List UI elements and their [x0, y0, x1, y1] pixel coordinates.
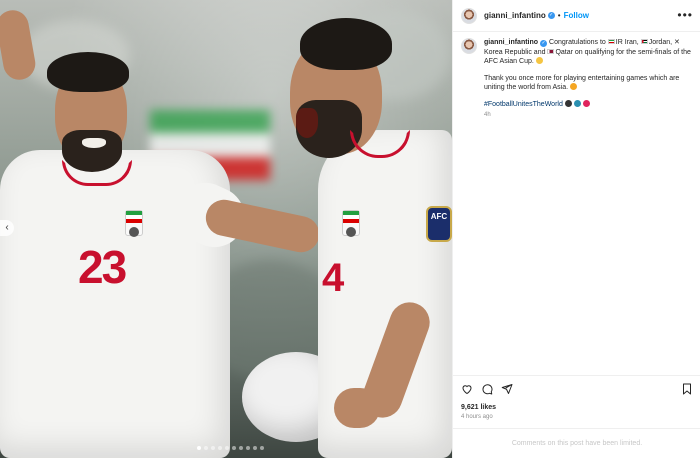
team-crest-right — [342, 210, 360, 237]
comment-icon[interactable] — [481, 383, 493, 395]
team-crest-left — [125, 210, 143, 237]
username-link[interactable]: gianni_infantino — [484, 11, 546, 20]
share-icon[interactable] — [501, 383, 513, 395]
caption-username[interactable]: gianni_infantino — [484, 39, 538, 46]
hair-right — [300, 18, 392, 70]
iran-flag-icon — [607, 39, 615, 44]
more-options-icon[interactable]: ••• — [677, 8, 693, 22]
separator: • — [557, 11, 561, 20]
carousel-dot[interactable] — [211, 446, 215, 450]
avatar[interactable] — [461, 7, 477, 24]
carousel-dot[interactable] — [232, 446, 236, 450]
caption-jordan: Jordan, — [648, 39, 673, 46]
jersey-number-right: 4 — [322, 256, 344, 300]
comments-limited-notice: Comments on this post have been limited. — [453, 428, 700, 458]
verified-badge-icon: ✓ — [547, 12, 555, 19]
carousel-dot[interactable] — [253, 446, 257, 450]
raised-fist — [0, 7, 38, 83]
carousel-dot[interactable] — [246, 446, 250, 450]
hair-left — [47, 52, 129, 92]
carousel-dot[interactable] — [225, 446, 229, 450]
carousel-dot[interactable] — [239, 446, 243, 450]
red-heart-icon — [582, 99, 590, 107]
yellow-heart-icon — [570, 83, 577, 90]
action-bar — [453, 375, 700, 401]
caption-avatar[interactable] — [461, 38, 477, 54]
caption-iran: IR Iran, — [615, 39, 639, 46]
caption-thanks: Thank you once more for playing entertai… — [484, 74, 680, 92]
post-details-panel: gianni_infantino ✓ • Follow ••• gianni_i… — [452, 0, 700, 458]
caption-congrats: Congratulations to — [549, 39, 606, 46]
carousel-dot[interactable] — [204, 446, 208, 450]
follow-button[interactable]: Follow — [564, 11, 589, 20]
afc-patch: AFC — [426, 206, 452, 242]
fist-right — [334, 388, 380, 428]
post-photo[interactable]: 23 4 AFC ‹ — [0, 0, 452, 458]
carousel-dots — [197, 446, 264, 450]
clapping-hands-icon — [535, 57, 543, 64]
carousel-dot[interactable] — [260, 446, 264, 450]
carousel-dot[interactable] — [197, 446, 201, 450]
likes-count[interactable]: 9,621 likes — [461, 404, 496, 411]
globe-icon — [573, 99, 581, 107]
jordan-flag-icon — [640, 39, 648, 44]
caption-text: gianni_infantino ✓ Congratulations to IR … — [484, 38, 694, 121]
crossed-swords-icon: ✕ — [674, 39, 680, 46]
heart-icon[interactable] — [461, 383, 473, 395]
carousel-dot[interactable] — [218, 446, 222, 450]
smile-left — [82, 138, 106, 148]
jersey-number-left: 23 — [78, 241, 127, 293]
caption-korea: Korea Republic and — [484, 48, 546, 56]
post-timestamp[interactable]: 4 hours ago — [461, 414, 493, 420]
hashtag-link[interactable]: #FootballUnitesTheWorld — [484, 101, 563, 108]
caption: gianni_infantino ✓ Congratulations to IR … — [461, 38, 697, 121]
post-header: gianni_infantino ✓ • Follow ••• — [453, 0, 700, 32]
shouting-mouth — [296, 108, 318, 138]
bookmark-icon[interactable] — [681, 383, 693, 395]
qatar-flag-icon — [547, 48, 555, 54]
verified-badge-icon: ✓ — [540, 40, 548, 47]
soccer-ball-icon — [564, 99, 572, 107]
caption-time: 4h — [484, 112, 491, 118]
